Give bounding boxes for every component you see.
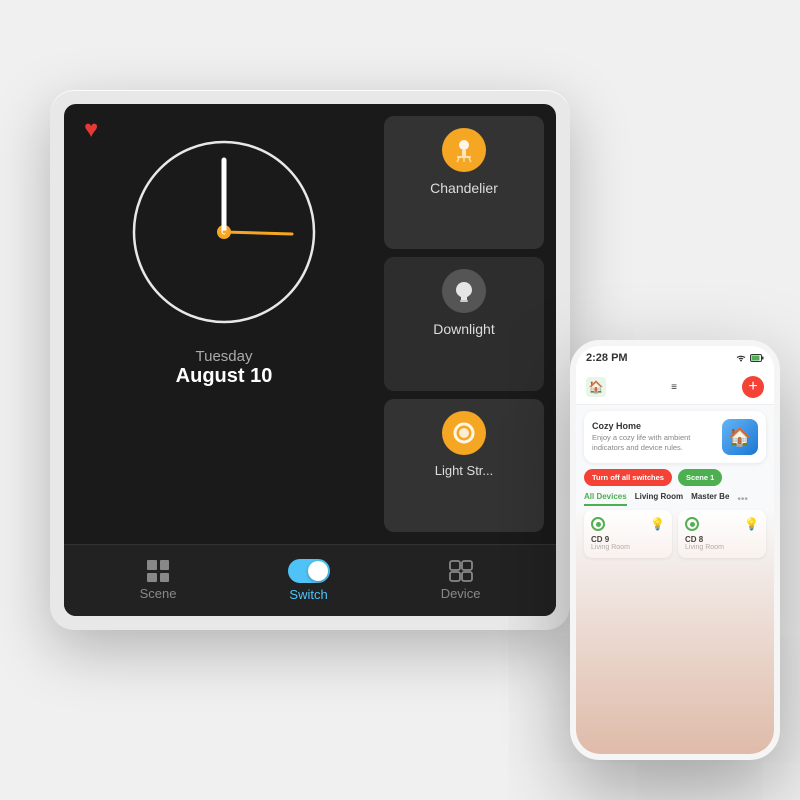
- phone-time: 2:28 PM: [586, 352, 628, 364]
- phone-screen: 🏠 ≡ + Cozy Home Enjoy a cozy life with a…: [576, 370, 774, 754]
- nav-switch-label: Switch: [289, 587, 327, 602]
- battery-icon: [750, 354, 764, 362]
- smart-panel: ♥ Tuesd: [50, 90, 570, 630]
- device-card-cd8[interactable]: 💡 CD 8 Living Room: [678, 510, 766, 558]
- device-location-cd8: Living Room: [685, 544, 759, 551]
- device-card-header-2: 💡: [685, 517, 759, 531]
- light-strip-button[interactable]: Light Str...: [384, 399, 544, 532]
- clock-face: [124, 132, 324, 332]
- tab-all-devices[interactable]: All Devices: [584, 492, 627, 506]
- scene-grid-icon: [147, 560, 169, 582]
- grid-cell-3: [147, 573, 157, 583]
- nav-scene-label: Scene: [140, 586, 177, 601]
- device-brightness-icon-2: 💡: [744, 517, 759, 531]
- date-display: Tuesday August 10: [176, 348, 273, 388]
- chandelier-button[interactable]: Chandelier: [384, 116, 544, 249]
- device-name-cd8: CD 8: [685, 535, 759, 544]
- device-power-icon-1: [591, 517, 605, 531]
- chandelier-label: Chandelier: [430, 180, 498, 196]
- device-brightness-icon-1: 💡: [650, 517, 665, 531]
- device-name-cd9: CD 9: [591, 535, 665, 544]
- grid-cell-4: [160, 573, 170, 583]
- nav-device-label: Device: [441, 586, 481, 601]
- clock-section: ♥ Tuesd: [76, 116, 372, 532]
- turn-off-button[interactable]: Turn off all switches: [584, 469, 672, 486]
- app-logo: 🏠: [586, 377, 606, 397]
- nav-scene[interactable]: Scene: [120, 556, 197, 605]
- panel-nav: Scene Switch De: [64, 544, 556, 616]
- device-card-header-1: 💡: [591, 517, 665, 531]
- add-button[interactable]: +: [742, 376, 764, 398]
- scene-button[interactable]: Scene 1: [678, 469, 722, 486]
- tab-more[interactable]: •••: [737, 494, 748, 505]
- phone-device: 2:28 PM �: [570, 340, 780, 760]
- app-header: 🏠 ≡ +: [576, 370, 774, 405]
- app-header-label: ≡: [671, 382, 677, 393]
- toggle-knob: [308, 561, 328, 581]
- phone-status-icons: [735, 354, 764, 362]
- cozy-house-icon: 🏠: [722, 419, 758, 455]
- controls-section: Chandelier Downlight: [384, 116, 544, 532]
- date-day: Tuesday: [176, 348, 273, 365]
- main-container: ♥ Tuesd: [0, 0, 800, 800]
- downlight-button[interactable]: Downlight: [384, 257, 544, 390]
- chandelier-icon: [442, 128, 486, 172]
- downlight-label: Downlight: [433, 321, 494, 337]
- nav-switch[interactable]: Switch: [268, 555, 350, 606]
- date-full: August 10: [176, 365, 273, 388]
- device-power-icon-2: [685, 517, 699, 531]
- grid-cell-2: [160, 560, 170, 570]
- downlight-icon: [442, 269, 486, 313]
- cozy-banner: Cozy Home Enjoy a cozy life with ambient…: [584, 411, 766, 463]
- phone-container: 2:28 PM �: [570, 340, 780, 760]
- tab-master-bed[interactable]: Master Be: [691, 492, 729, 506]
- panel-main-area: ♥ Tuesd: [64, 104, 556, 544]
- light-strip-label: Light Str...: [435, 463, 494, 478]
- heart-icon[interactable]: ♥: [84, 116, 98, 144]
- cozy-title: Cozy Home: [592, 421, 716, 431]
- device-card-cd9[interactable]: 💡 CD 9 Living Room: [584, 510, 672, 558]
- cozy-text: Cozy Home Enjoy a cozy life with ambient…: [592, 421, 716, 453]
- clock-svg: [124, 132, 324, 332]
- switch-toggle-icon: [288, 559, 330, 583]
- cozy-desc: Enjoy a cozy life with ambient indicator…: [592, 433, 716, 453]
- device-location-cd9: Living Room: [591, 544, 665, 551]
- action-buttons: Turn off all switches Scene 1: [576, 469, 774, 486]
- light-strip-icon: [442, 411, 486, 455]
- panel-screen: ♥ Tuesd: [64, 104, 556, 616]
- wifi-icon: [735, 354, 747, 362]
- nav-device[interactable]: Device: [421, 556, 501, 605]
- grid-cell-1: [147, 560, 157, 570]
- tabs-row: All Devices Living Room Master Be •••: [576, 492, 774, 506]
- phone-status-bar: 2:28 PM: [576, 346, 774, 370]
- tab-living-room[interactable]: Living Room: [635, 492, 683, 506]
- device-icon: [449, 560, 473, 582]
- devices-grid: 💡 CD 9 Living Room 💡 CD 8 Living Room: [576, 510, 774, 558]
